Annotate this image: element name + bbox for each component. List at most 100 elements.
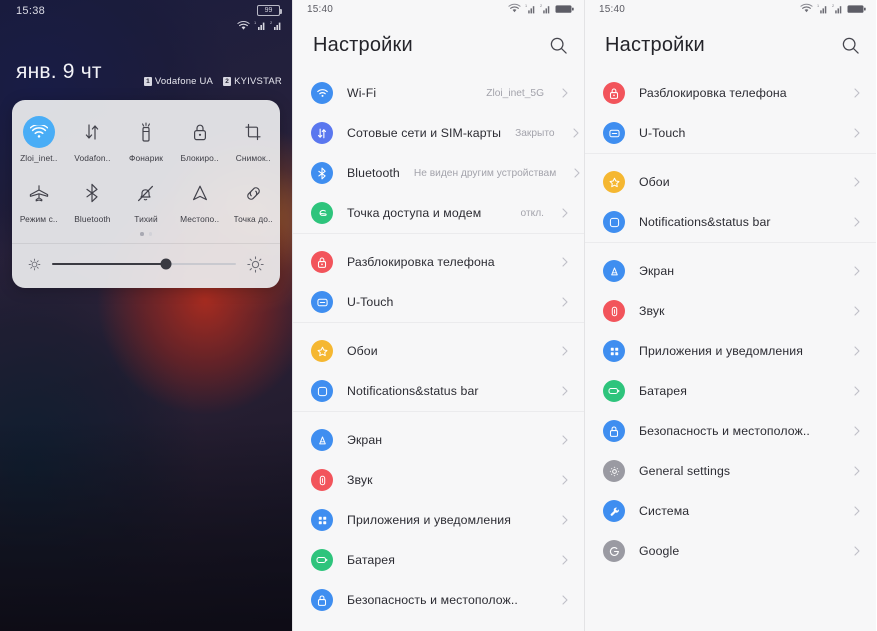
link-hotspot-icon bbox=[237, 177, 269, 209]
signal-sim1-icon: 1 bbox=[817, 4, 827, 14]
settings-row-hotspot[interactable]: Точка доступа и модем откл. bbox=[293, 193, 584, 233]
settings-row-security-location[interactable]: Безопасность и местополож.. bbox=[293, 580, 584, 620]
settings-group: Обои Notifications&status bar bbox=[585, 162, 876, 242]
quick-tile-hotspot[interactable]: Точка до.. bbox=[226, 169, 280, 230]
settings-row-value: Zloi_inet_5G bbox=[486, 87, 544, 99]
settings-row-phone-unlock[interactable]: Разблокировка телефона bbox=[293, 242, 584, 282]
chevron-right-icon bbox=[852, 217, 862, 227]
settings-header: Настройки bbox=[585, 22, 876, 73]
location-icon bbox=[184, 177, 216, 209]
svg-text:1: 1 bbox=[817, 4, 819, 8]
settings-row-utouch[interactable]: U-Touch bbox=[585, 113, 876, 153]
quick-tile-mobile-data[interactable]: Vodafon.. bbox=[66, 108, 120, 169]
sound-icon bbox=[603, 300, 625, 322]
settings-row-notifications-statusbar[interactable]: Notifications&status bar bbox=[293, 371, 584, 411]
settings-row-display[interactable]: Экран bbox=[293, 420, 584, 460]
settings-list: Разблокировка телефона U-Touch Обои Noti… bbox=[585, 73, 876, 571]
settings-list: Wi-Fi Zloi_inet_5G Сотовые сети и SIM-ка… bbox=[293, 73, 584, 620]
wallpaper-star-icon bbox=[311, 340, 333, 362]
wifi-icon bbox=[237, 21, 250, 30]
quick-tile-lock-rotation[interactable]: Блокиро.. bbox=[173, 108, 227, 169]
settings-row-label: Безопасность и местополож.. bbox=[347, 593, 518, 607]
quick-tile-bluetooth[interactable]: Bluetooth bbox=[66, 169, 120, 230]
settings-row-notifications-statusbar[interactable]: Notifications&status bar bbox=[585, 202, 876, 242]
settings-row-security-location[interactable]: Безопасность и местополож.. bbox=[585, 411, 876, 451]
quick-tile-label: Vodafon.. bbox=[74, 153, 111, 163]
settings-row-apps-notifications[interactable]: Приложения и уведомления bbox=[293, 500, 584, 540]
settings-row-display[interactable]: Экран bbox=[585, 251, 876, 291]
lockscreen-quick-settings-panel: 15:38 99 1 2 янв. 9 чт 1 Vodafone UA 2 K… bbox=[0, 0, 292, 631]
settings-row-sound[interactable]: Звук bbox=[585, 291, 876, 331]
brightness-slider-row[interactable] bbox=[12, 242, 280, 288]
quick-tiles-row-2: Режим с.. Bluetooth Тихий Местопо.. Точк… bbox=[12, 169, 280, 230]
settings-row-label: U-Touch bbox=[639, 126, 686, 140]
settings-row-label: Приложения и уведомления bbox=[639, 344, 803, 358]
quick-settings-pager[interactable] bbox=[12, 230, 280, 243]
carrier-name: Vodafone UA bbox=[154, 76, 214, 87]
search-icon[interactable] bbox=[549, 36, 568, 55]
settings-group: Экран Звук Приложения и уведомления Бата… bbox=[585, 251, 876, 571]
battery-percent-label: 99 bbox=[264, 7, 273, 14]
quick-tile-flashlight[interactable]: Фонарик bbox=[119, 108, 173, 169]
settings-row-label: Обои bbox=[347, 344, 378, 358]
svg-text:1: 1 bbox=[254, 20, 257, 25]
settings-row-apps-notifications[interactable]: Приложения и уведомления bbox=[585, 331, 876, 371]
chevron-right-icon bbox=[852, 306, 862, 316]
settings-row-bluetooth[interactable]: Bluetooth Не виден другим устройствам bbox=[293, 153, 584, 193]
signal-sim1-icon: 1 bbox=[525, 4, 535, 14]
settings-row-label: Звук bbox=[347, 473, 373, 487]
quick-tile-silent[interactable]: Тихий bbox=[119, 169, 173, 230]
wifi-icon bbox=[22, 116, 55, 148]
chevron-right-icon bbox=[852, 466, 862, 476]
status-bar-icon-group: 1 2 bbox=[508, 3, 574, 14]
quick-tile-location[interactable]: Местопо.. bbox=[173, 169, 227, 230]
battery-icon bbox=[311, 549, 333, 571]
settings-row-wallpaper[interactable]: Обои bbox=[585, 162, 876, 202]
quick-tile-wifi[interactable]: Zloi_inet.. bbox=[12, 108, 66, 169]
settings-row-general-settings[interactable]: General settings bbox=[585, 451, 876, 491]
status-bar-signal-group: 1 2 bbox=[237, 20, 282, 31]
brightness-slider-knob[interactable] bbox=[160, 258, 172, 270]
settings-row-battery[interactable]: Батарея bbox=[293, 540, 584, 580]
settings-row-sound[interactable]: Звук bbox=[293, 460, 584, 500]
brightness-slider-track[interactable] bbox=[52, 258, 236, 270]
quick-tile-label: Точка до.. bbox=[233, 214, 273, 224]
quick-tile-airplane-mode[interactable]: Режим с.. bbox=[12, 169, 66, 230]
settings-row-wifi[interactable]: Wi-Fi Zloi_inet_5G bbox=[293, 73, 584, 113]
sim-badge: 1 bbox=[143, 77, 152, 86]
settings-row-utouch[interactable]: U-Touch bbox=[293, 282, 584, 322]
svg-text:1: 1 bbox=[525, 4, 527, 8]
settings-row-mobile-networks[interactable]: Сотовые сети и SIM-карты Закрыто bbox=[293, 113, 584, 153]
chevron-right-icon bbox=[560, 257, 570, 267]
settings-group: Разблокировка телефона U-Touch bbox=[585, 73, 876, 153]
chevron-right-icon bbox=[560, 346, 570, 356]
settings-row-label: Google bbox=[639, 544, 680, 558]
settings-row-value: Не виден другим устройствам bbox=[413, 167, 557, 179]
carrier-entry: 1 Vodafone UA bbox=[143, 76, 214, 87]
status-bar-dark: 15:38 99 1 2 bbox=[0, 0, 292, 46]
settings-row-wallpaper[interactable]: Обои bbox=[293, 331, 584, 371]
chevron-right-icon bbox=[852, 128, 862, 138]
apps-icon bbox=[311, 509, 333, 531]
settings-row-label: Батарея bbox=[639, 384, 688, 398]
bluetooth-icon bbox=[76, 177, 108, 209]
status-bar-time: 15:40 bbox=[307, 4, 334, 15]
group-divider bbox=[293, 322, 584, 331]
quick-tile-label: Тихий bbox=[134, 214, 158, 224]
search-icon[interactable] bbox=[841, 36, 860, 55]
settings-row-google[interactable]: Google bbox=[585, 531, 876, 571]
settings-row-label: Notifications&status bar bbox=[639, 215, 771, 229]
settings-panel-top: 15:40 1 2 Настройки Wi-Fi Zloi_inet_5G С… bbox=[292, 0, 584, 631]
battery-icon bbox=[603, 380, 625, 402]
quick-tile-screenshot[interactable]: Снимок.. bbox=[226, 108, 280, 169]
settings-row-battery[interactable]: Батарея bbox=[585, 371, 876, 411]
settings-row-phone-unlock[interactable]: Разблокировка телефона bbox=[585, 73, 876, 113]
settings-row-label: Экран bbox=[347, 433, 383, 447]
settings-row-label: Обои bbox=[639, 175, 670, 189]
settings-row-system[interactable]: Система bbox=[585, 491, 876, 531]
svg-text:2: 2 bbox=[832, 4, 834, 8]
lockscreen-date: янв. 9 чт bbox=[16, 60, 102, 83]
bluetooth-icon bbox=[311, 162, 333, 184]
lock-rotation-icon bbox=[184, 116, 216, 148]
quick-settings-card: Zloi_inet.. Vodafon.. Фонарик Блокиро.. … bbox=[12, 100, 280, 288]
